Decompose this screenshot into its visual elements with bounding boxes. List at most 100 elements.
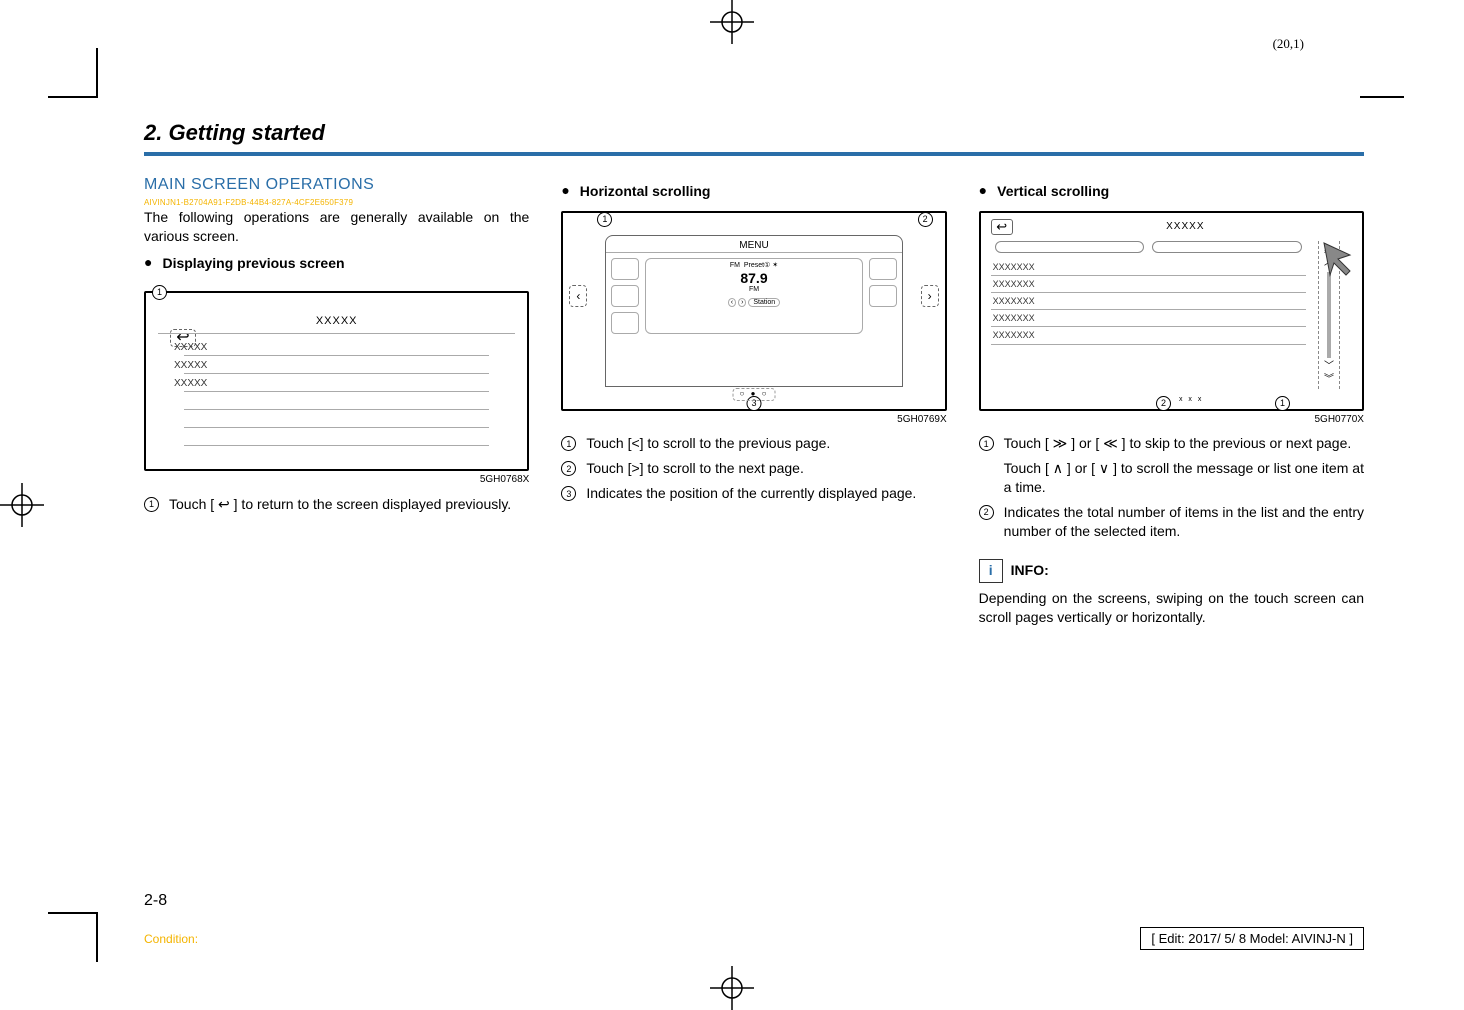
crop-mark xyxy=(48,96,98,98)
back-icon: ↩ xyxy=(991,219,1013,235)
tab-icon xyxy=(995,241,1145,253)
bullet-vertical-scrolling: ● Vertical scrolling xyxy=(979,182,1364,201)
num-text: Indicates the total number of items in t… xyxy=(1004,503,1364,541)
intro-paragraph: The following operations are generally a… xyxy=(144,208,529,246)
bullet-label: Displaying previous screen xyxy=(162,254,344,273)
callout-2-icon: 2 xyxy=(1156,396,1171,411)
chevron-down-icon: ﹀ xyxy=(1324,360,1334,374)
chapter-title: 2. Getting started xyxy=(144,120,1364,146)
num-item-1: 1 Touch [ ≫ ] or [ ≪ ] to skip to the pr… xyxy=(979,434,1364,453)
num-text: Touch [<] to scroll to the previous page… xyxy=(586,434,946,453)
crop-mark xyxy=(96,48,98,98)
tab-icon xyxy=(1152,241,1302,253)
bullet-label: Horizontal scrolling xyxy=(580,182,711,201)
num-item-1: 1 Touch [<] to scroll to the previous pa… xyxy=(561,434,946,453)
circled-1-icon: 1 xyxy=(561,436,576,451)
numbered-list: 1 Touch [ ≫ ] or [ ≪ ] to skip to the pr… xyxy=(979,434,1364,540)
registration-mark-top xyxy=(702,0,762,44)
fm-sublabel: FM xyxy=(648,285,859,294)
num-text: Touch [ ∧ ] or [ ∨ ] to scroll the messa… xyxy=(1004,459,1364,497)
num-item-2: 2 Indicates the total number of items in… xyxy=(979,503,1364,541)
list-item: XXXXX xyxy=(174,377,207,391)
edit-info: [ Edit: 2017/ 5/ 8 Model: AIVINJ-N ] xyxy=(1140,927,1364,950)
figure-title: XXXXX xyxy=(158,314,515,329)
section-title: MAIN SCREEN OPERATIONS xyxy=(144,174,529,196)
column-2: ● Horizontal scrolling 1 2 3 ‹ › MENU xyxy=(561,174,946,627)
menu-title: MENU xyxy=(606,236,901,254)
double-chevron-down-icon: ︾ xyxy=(1324,373,1334,387)
section-code: AIVINJN1-B2704A91-F2DB-44B4-827A-4CF2E65… xyxy=(144,198,529,209)
callout-1-icon: 1 xyxy=(152,285,167,300)
num-text: Touch [>] to scroll to the next page. xyxy=(586,459,946,478)
list-item: XXXXX xyxy=(174,359,207,373)
figure-title: XXXXX xyxy=(1019,220,1352,234)
tune-down-icon: ‹ xyxy=(728,298,736,307)
chevron-left-icon: ‹ xyxy=(569,285,587,307)
scrollbar-track xyxy=(1327,272,1331,358)
info-label: INFO: xyxy=(1011,561,1049,580)
num-item-1: 1 Touch [ ↩ ] to return to the screen di… xyxy=(144,495,529,514)
callout-1-icon: 1 xyxy=(597,212,612,227)
fm-label: FM xyxy=(730,262,740,269)
info-box: i INFO: xyxy=(979,559,1364,583)
info-icon: i xyxy=(979,559,1003,583)
bullet-dot-icon: ● xyxy=(979,182,987,201)
list-item: XXXXXXX xyxy=(991,276,1306,293)
title-rule xyxy=(144,152,1364,156)
chevron-right-icon: › xyxy=(921,285,939,307)
station-label: Station xyxy=(748,298,780,307)
crop-mark xyxy=(96,912,98,962)
num-item-2: 2 Touch [>] to scroll to the next page. xyxy=(561,459,946,478)
cursor-arrow-icon xyxy=(1322,241,1362,281)
figure-caption: 5GH0770X xyxy=(979,413,1364,427)
num-item-1b: Touch [ ∧ ] or [ ∨ ] to scroll the messa… xyxy=(979,459,1364,497)
numbered-list: 1 Touch [<] to scroll to the previous pa… xyxy=(561,434,946,503)
crop-mark xyxy=(1360,96,1404,98)
column-1: MAIN SCREEN OPERATIONS AIVINJN1-B2704A91… xyxy=(144,174,529,627)
callout-2-icon: 2 xyxy=(918,212,933,227)
info-text: Depending on the screens, swiping on the… xyxy=(979,589,1364,627)
registration-mark-bottom xyxy=(702,966,762,1010)
figure-caption: 5GH0768X xyxy=(144,473,529,487)
figure-previous-screen: ↩ XXXXX XXXXX XXXXX XXXXX xyxy=(144,291,529,471)
condition-label: Condition: xyxy=(144,932,198,946)
list-item: XXXXXXX xyxy=(991,310,1306,327)
preset-label: Preset① xyxy=(744,262,771,269)
circled-1-icon: 1 xyxy=(979,436,994,451)
circled-1-icon: 1 xyxy=(144,497,159,512)
num-item-3: 3 Indicates the position of the currentl… xyxy=(561,484,946,503)
list-item: XXXXX xyxy=(174,341,207,355)
bullet-label: Vertical scrolling xyxy=(997,182,1109,201)
figure-caption: 5GH0769X xyxy=(561,413,946,427)
page-indicator-icon: ○ ● ○ xyxy=(733,388,776,401)
bullet-displaying-previous: ● Displaying previous screen xyxy=(144,254,529,273)
thumbnail-icon xyxy=(611,258,639,280)
circled-2-icon: 2 xyxy=(979,505,994,520)
numbered-list: 1 Touch [ ↩ ] to return to the screen di… xyxy=(144,495,529,514)
bullet-dot-icon: ● xyxy=(144,254,152,273)
column-3: ● Vertical scrolling ↩ XXXXX XXXXXXX XXX… xyxy=(979,174,1364,627)
circled-2-icon: 2 xyxy=(561,461,576,476)
bullet-dot-icon: ● xyxy=(561,182,569,201)
thumbnail-icon xyxy=(869,258,897,280)
num-text: Touch [ ↩ ] to return to the screen disp… xyxy=(169,495,529,514)
registration-mark-left xyxy=(0,475,44,535)
list-item: XXXXXXX xyxy=(991,327,1306,344)
page-number-bottom: 2-8 xyxy=(144,892,167,910)
crop-mark xyxy=(48,912,98,914)
num-text: Touch [ ≫ ] or [ ≪ ] to skip to the prev… xyxy=(1004,434,1364,453)
page-content: 2. Getting started MAIN SCREEN OPERATION… xyxy=(144,120,1364,920)
tune-up-icon: › xyxy=(738,298,746,307)
circled-3-icon: 3 xyxy=(561,486,576,501)
list-item: XXXXXXX xyxy=(991,259,1306,276)
figure-vertical-scrolling: ↩ XXXXX XXXXXXX XXXXXXX XXXXXXX XXXXXXX … xyxy=(979,211,1364,411)
frequency-value: 87.9 xyxy=(648,271,859,285)
pager-text: x x x xyxy=(1179,395,1203,404)
thumbnail-icon xyxy=(611,285,639,307)
figure-horizontal-scrolling: 1 2 3 ‹ › MENU FM Preset① ✶ xyxy=(561,211,946,411)
bullet-horizontal-scrolling: ● Horizontal scrolling xyxy=(561,182,946,201)
columns: MAIN SCREEN OPERATIONS AIVINJN1-B2704A91… xyxy=(144,174,1364,627)
page-number-top: (20,1) xyxy=(1273,36,1304,52)
thumbnail-icon xyxy=(869,285,897,307)
num-text: Indicates the position of the currently … xyxy=(586,484,946,503)
